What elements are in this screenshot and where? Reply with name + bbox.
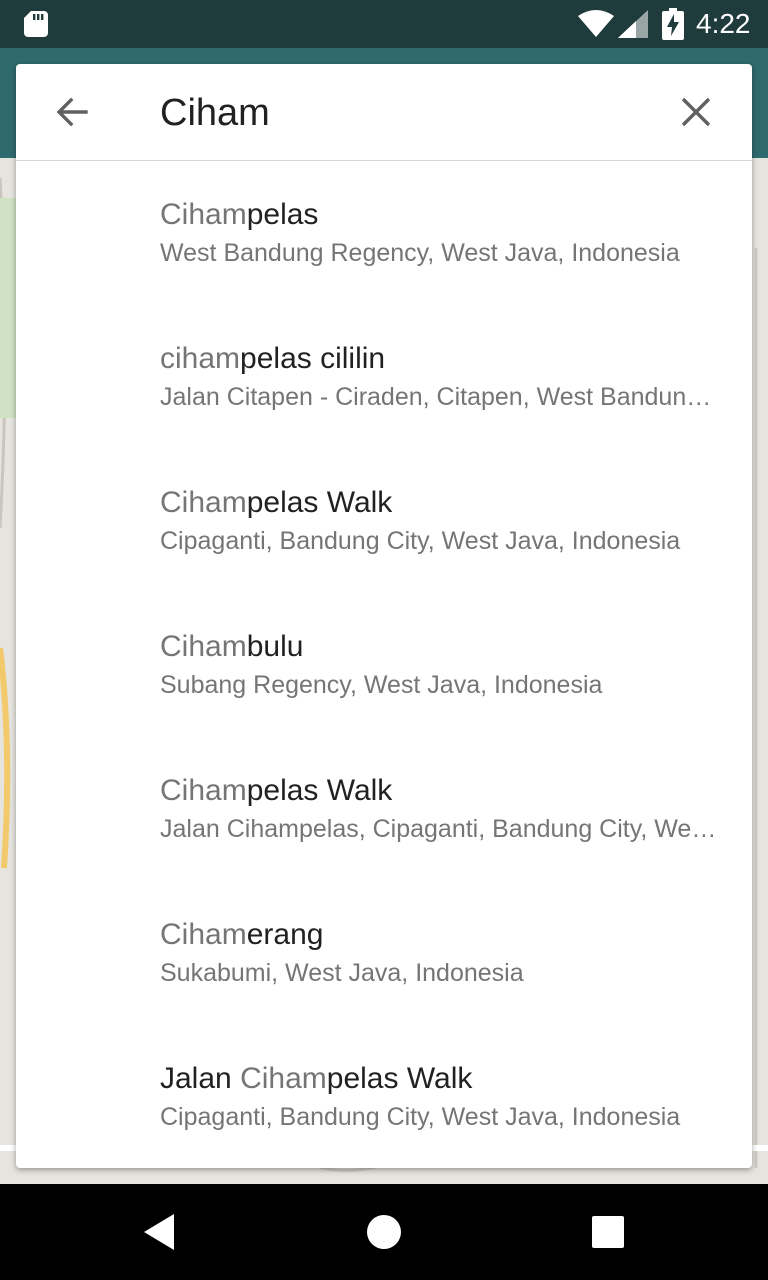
result-item[interactable]: cihampelas cililin Jalan Citapen - Cirad… [16,306,752,450]
search-bar [16,64,752,161]
nav-back-icon[interactable] [140,1212,180,1252]
result-title: Cihamerang [160,918,324,951]
result-item[interactable]: Cihambulu Subang Regency, West Java, Ind… [16,594,752,738]
status-bar: 4:22 [0,0,768,48]
result-title-match: Ciham [240,1062,327,1095]
result-subtitle: Cipaganti, Bandung City, West Java, Indo… [160,1103,681,1131]
result-subtitle: Jalan Cihampelas, Cipaganti, Bandung Cit… [160,815,720,843]
cell-signal-icon [618,10,648,38]
result-title-match: Ciham [160,486,247,519]
result-item[interactable]: Cihamerang Sukabumi, West Java, Indonesi… [16,882,752,1026]
result-item[interactable]: Jalan Cihampelas Walk Cipaganti, Bandung… [16,1026,752,1168]
close-icon [681,97,711,127]
result-item[interactable]: Cihampelas West Bandung Regency, West Ja… [16,162,752,306]
search-input[interactable] [160,88,660,138]
result-subtitle: Sukabumi, West Java, Indonesia [160,959,524,987]
result-item[interactable]: Cihampelas Walk Jalan Cihampelas, Cipaga… [16,738,752,882]
result-title-match: Ciham [160,630,247,663]
result-title: Jalan Cihampelas Walk [160,1062,473,1095]
search-card: Cihampelas West Bandung Regency, West Ja… [16,64,752,1168]
result-title: Cihampelas Walk [160,774,393,807]
result-subtitle: Jalan Citapen - Ciraden, Citapen, West B… [160,383,720,411]
wifi-icon [578,10,614,37]
navigation-bar [0,1184,768,1280]
result-subtitle: West Bandung Regency, West Java, Indones… [160,239,680,267]
result-title-match: Ciham [160,918,247,951]
result-title-match: Ciham [160,198,247,231]
result-subtitle: Subang Regency, West Java, Indonesia [160,671,603,699]
sd-card-icon [24,11,48,37]
result-subtitle: Cipaganti, Bandung City, West Java, Indo… [160,527,681,555]
battery-charging-icon [662,8,684,40]
results-list: Cihampelas West Bandung Regency, West Ja… [16,162,752,1168]
result-title-match: Ciham [160,774,247,807]
result-item[interactable]: Cihampelas Walk Cipaganti, Bandung City,… [16,450,752,594]
result-title: Cihambulu [160,630,304,663]
clear-button[interactable] [672,88,720,136]
result-title-match: ciham [160,342,241,375]
result-title: cihampelas cililin [160,342,386,375]
status-time: 4:22 [696,8,751,39]
result-title: Cihampelas Walk [160,486,393,519]
nav-home-icon[interactable] [367,1215,401,1249]
arrow-back-icon [56,97,88,127]
back-button[interactable] [48,88,96,136]
result-title: Cihampelas [160,198,319,231]
nav-recents-icon[interactable] [592,1216,624,1248]
